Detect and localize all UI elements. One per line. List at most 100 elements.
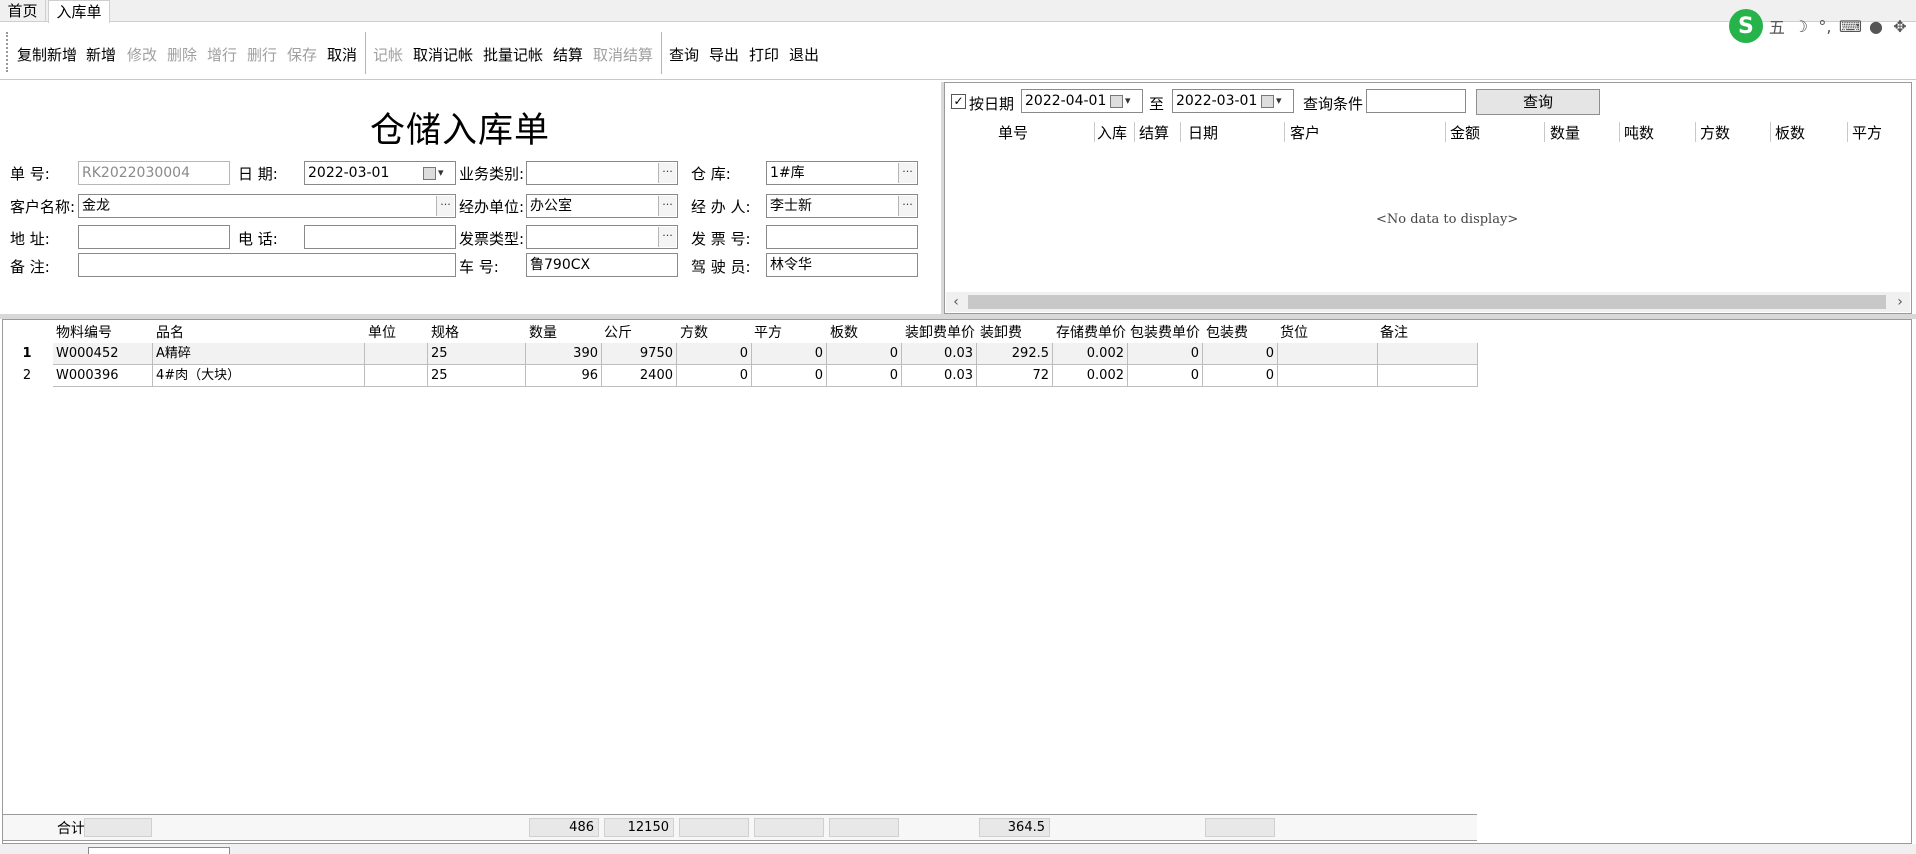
- address-field[interactable]: [78, 225, 230, 249]
- dept-field[interactable]: 办公室 ···: [526, 194, 678, 218]
- table-cell[interactable]: 0: [827, 343, 902, 365]
- table-cell[interactable]: 0.002: [1053, 365, 1128, 387]
- horizontal-scrollbar[interactable]: ‹ ›: [946, 292, 1910, 312]
- scroll-right-icon[interactable]: ›: [1890, 292, 1910, 312]
- batch-post-button[interactable]: 批量记帐: [483, 44, 543, 65]
- col-separator[interactable]: [1847, 122, 1848, 142]
- table-cell[interactable]: 25: [428, 343, 526, 365]
- from-date-picker[interactable]: 2022-04-01 ▾: [1021, 89, 1143, 113]
- col-header-cubic[interactable]: 方数: [680, 322, 752, 342]
- col-header-tons[interactable]: 吨数: [1624, 122, 1654, 143]
- scrollbar-thumb[interactable]: [968, 295, 1886, 309]
- query-condition-input[interactable]: [1366, 89, 1466, 113]
- col-header-material-no[interactable]: 物料编号: [56, 322, 152, 342]
- by-date-checkbox[interactable]: ✓: [951, 94, 966, 109]
- col-header-spec[interactable]: 规格: [431, 322, 525, 342]
- table-cell[interactable]: 0: [677, 365, 752, 387]
- edit-button[interactable]: 修改: [127, 44, 157, 65]
- table-cell[interactable]: A精碎: [153, 343, 365, 365]
- table-cell[interactable]: [1278, 343, 1378, 365]
- query-button[interactable]: 查询: [669, 44, 699, 65]
- col-header-handling-price[interactable]: 装卸费单价: [905, 322, 977, 342]
- driver-field[interactable]: 林令华: [766, 253, 918, 277]
- table-cell[interactable]: 25: [428, 365, 526, 387]
- ellipsis-button[interactable]: ···: [658, 163, 676, 183]
- col-separator[interactable]: [1094, 122, 1095, 142]
- invoice-no-field[interactable]: [766, 225, 918, 249]
- col-header-order-no[interactable]: 单号: [998, 122, 1028, 143]
- table-cell[interactable]: 0.03: [902, 343, 977, 365]
- table-cell[interactable]: 9750: [602, 343, 677, 365]
- table-cell[interactable]: 0: [1128, 343, 1203, 365]
- delete-row-button[interactable]: 删行: [247, 44, 277, 65]
- ellipsis-button[interactable]: ···: [658, 227, 676, 247]
- col-separator[interactable]: [1544, 122, 1545, 142]
- col-header-qty[interactable]: 数量: [529, 322, 601, 342]
- col-header-qty[interactable]: 数量: [1550, 122, 1580, 143]
- table-cell[interactable]: 4#肉（大块）: [153, 365, 365, 387]
- col-separator[interactable]: [1180, 122, 1181, 142]
- scroll-left-icon[interactable]: ‹: [946, 292, 966, 312]
- warehouse-field[interactable]: 1#库 ···: [766, 161, 918, 185]
- exit-button[interactable]: 退出: [789, 44, 819, 65]
- table-cell[interactable]: [1378, 343, 1478, 365]
- to-date-picker[interactable]: 2022-03-01 ▾: [1172, 89, 1294, 113]
- col-header-storage-price[interactable]: 存储费单价: [1056, 322, 1128, 342]
- unpost-button[interactable]: 取消记帐: [413, 44, 473, 65]
- col-header-location[interactable]: 货位: [1280, 322, 1376, 342]
- ellipsis-button[interactable]: ···: [658, 196, 676, 216]
- date-picker[interactable]: 2022-03-01 ▾: [304, 161, 456, 185]
- phone-field[interactable]: [304, 225, 456, 249]
- col-separator[interactable]: [1619, 122, 1620, 142]
- table-cell[interactable]: [365, 343, 428, 365]
- col-header-sqm[interactable]: 平方: [1852, 122, 1882, 143]
- table-cell[interactable]: 0: [1128, 365, 1203, 387]
- add-row-button[interactable]: 增行: [207, 44, 237, 65]
- invoice-type-field[interactable]: ···: [526, 225, 678, 249]
- table-cell[interactable]: [1278, 365, 1378, 387]
- order-no-field[interactable]: RK2022030004: [78, 161, 230, 185]
- settle-button[interactable]: 结算: [553, 44, 583, 65]
- business-type-field[interactable]: ···: [526, 161, 678, 185]
- ellipsis-button[interactable]: ···: [436, 196, 454, 216]
- table-cell[interactable]: 0: [677, 343, 752, 365]
- col-separator[interactable]: [1134, 122, 1135, 142]
- col-header-remark[interactable]: 备注: [1380, 322, 1476, 342]
- unsettle-button[interactable]: 取消结算: [593, 44, 653, 65]
- query-submit-button[interactable]: 查询: [1476, 89, 1600, 115]
- col-header-boards[interactable]: 板数: [830, 322, 902, 342]
- table-cell[interactable]: [1378, 365, 1478, 387]
- ellipsis-button[interactable]: ···: [898, 196, 916, 216]
- table-cell[interactable]: 96: [526, 365, 602, 387]
- print-button[interactable]: 打印: [749, 44, 779, 65]
- customer-field[interactable]: 金龙 ···: [78, 194, 456, 218]
- table-cell[interactable]: W000452: [53, 343, 153, 365]
- row-number[interactable]: 2: [20, 368, 34, 383]
- col-header-kg[interactable]: 公斤: [604, 322, 676, 342]
- vehicle-field[interactable]: 鲁790CX: [526, 253, 678, 277]
- table-cell[interactable]: 390: [526, 343, 602, 365]
- table-cell[interactable]: 0: [752, 343, 827, 365]
- table-cell[interactable]: 292.5: [977, 343, 1053, 365]
- col-header-cubic[interactable]: 方数: [1700, 122, 1730, 143]
- table-cell[interactable]: 72: [977, 365, 1053, 387]
- tab-inbound-order[interactable]: 入库单: [48, 0, 110, 23]
- save-button[interactable]: 保存: [287, 44, 317, 65]
- row-number[interactable]: 1: [20, 346, 34, 361]
- table-cell[interactable]: W000396: [53, 365, 153, 387]
- table-cell[interactable]: 0.03: [902, 365, 977, 387]
- calendar-dropdown-icon[interactable]: ▾: [1110, 92, 1140, 110]
- cancel-button[interactable]: 取消: [327, 44, 357, 65]
- calendar-dropdown-icon[interactable]: ▾: [423, 164, 453, 182]
- col-separator[interactable]: [1695, 122, 1696, 142]
- table-cell[interactable]: 2400: [602, 365, 677, 387]
- col-header-boards[interactable]: 板数: [1775, 122, 1805, 143]
- col-header-inbound[interactable]: 入库: [1097, 122, 1127, 143]
- remark-field[interactable]: [78, 253, 456, 277]
- col-header-handling-fee[interactable]: 装卸费: [980, 322, 1052, 342]
- ellipsis-button[interactable]: ···: [898, 163, 916, 183]
- table-cell[interactable]: [365, 365, 428, 387]
- table-cell[interactable]: 0: [827, 365, 902, 387]
- col-header-amount[interactable]: 金额: [1450, 122, 1480, 143]
- toolbar-grip[interactable]: [6, 32, 8, 72]
